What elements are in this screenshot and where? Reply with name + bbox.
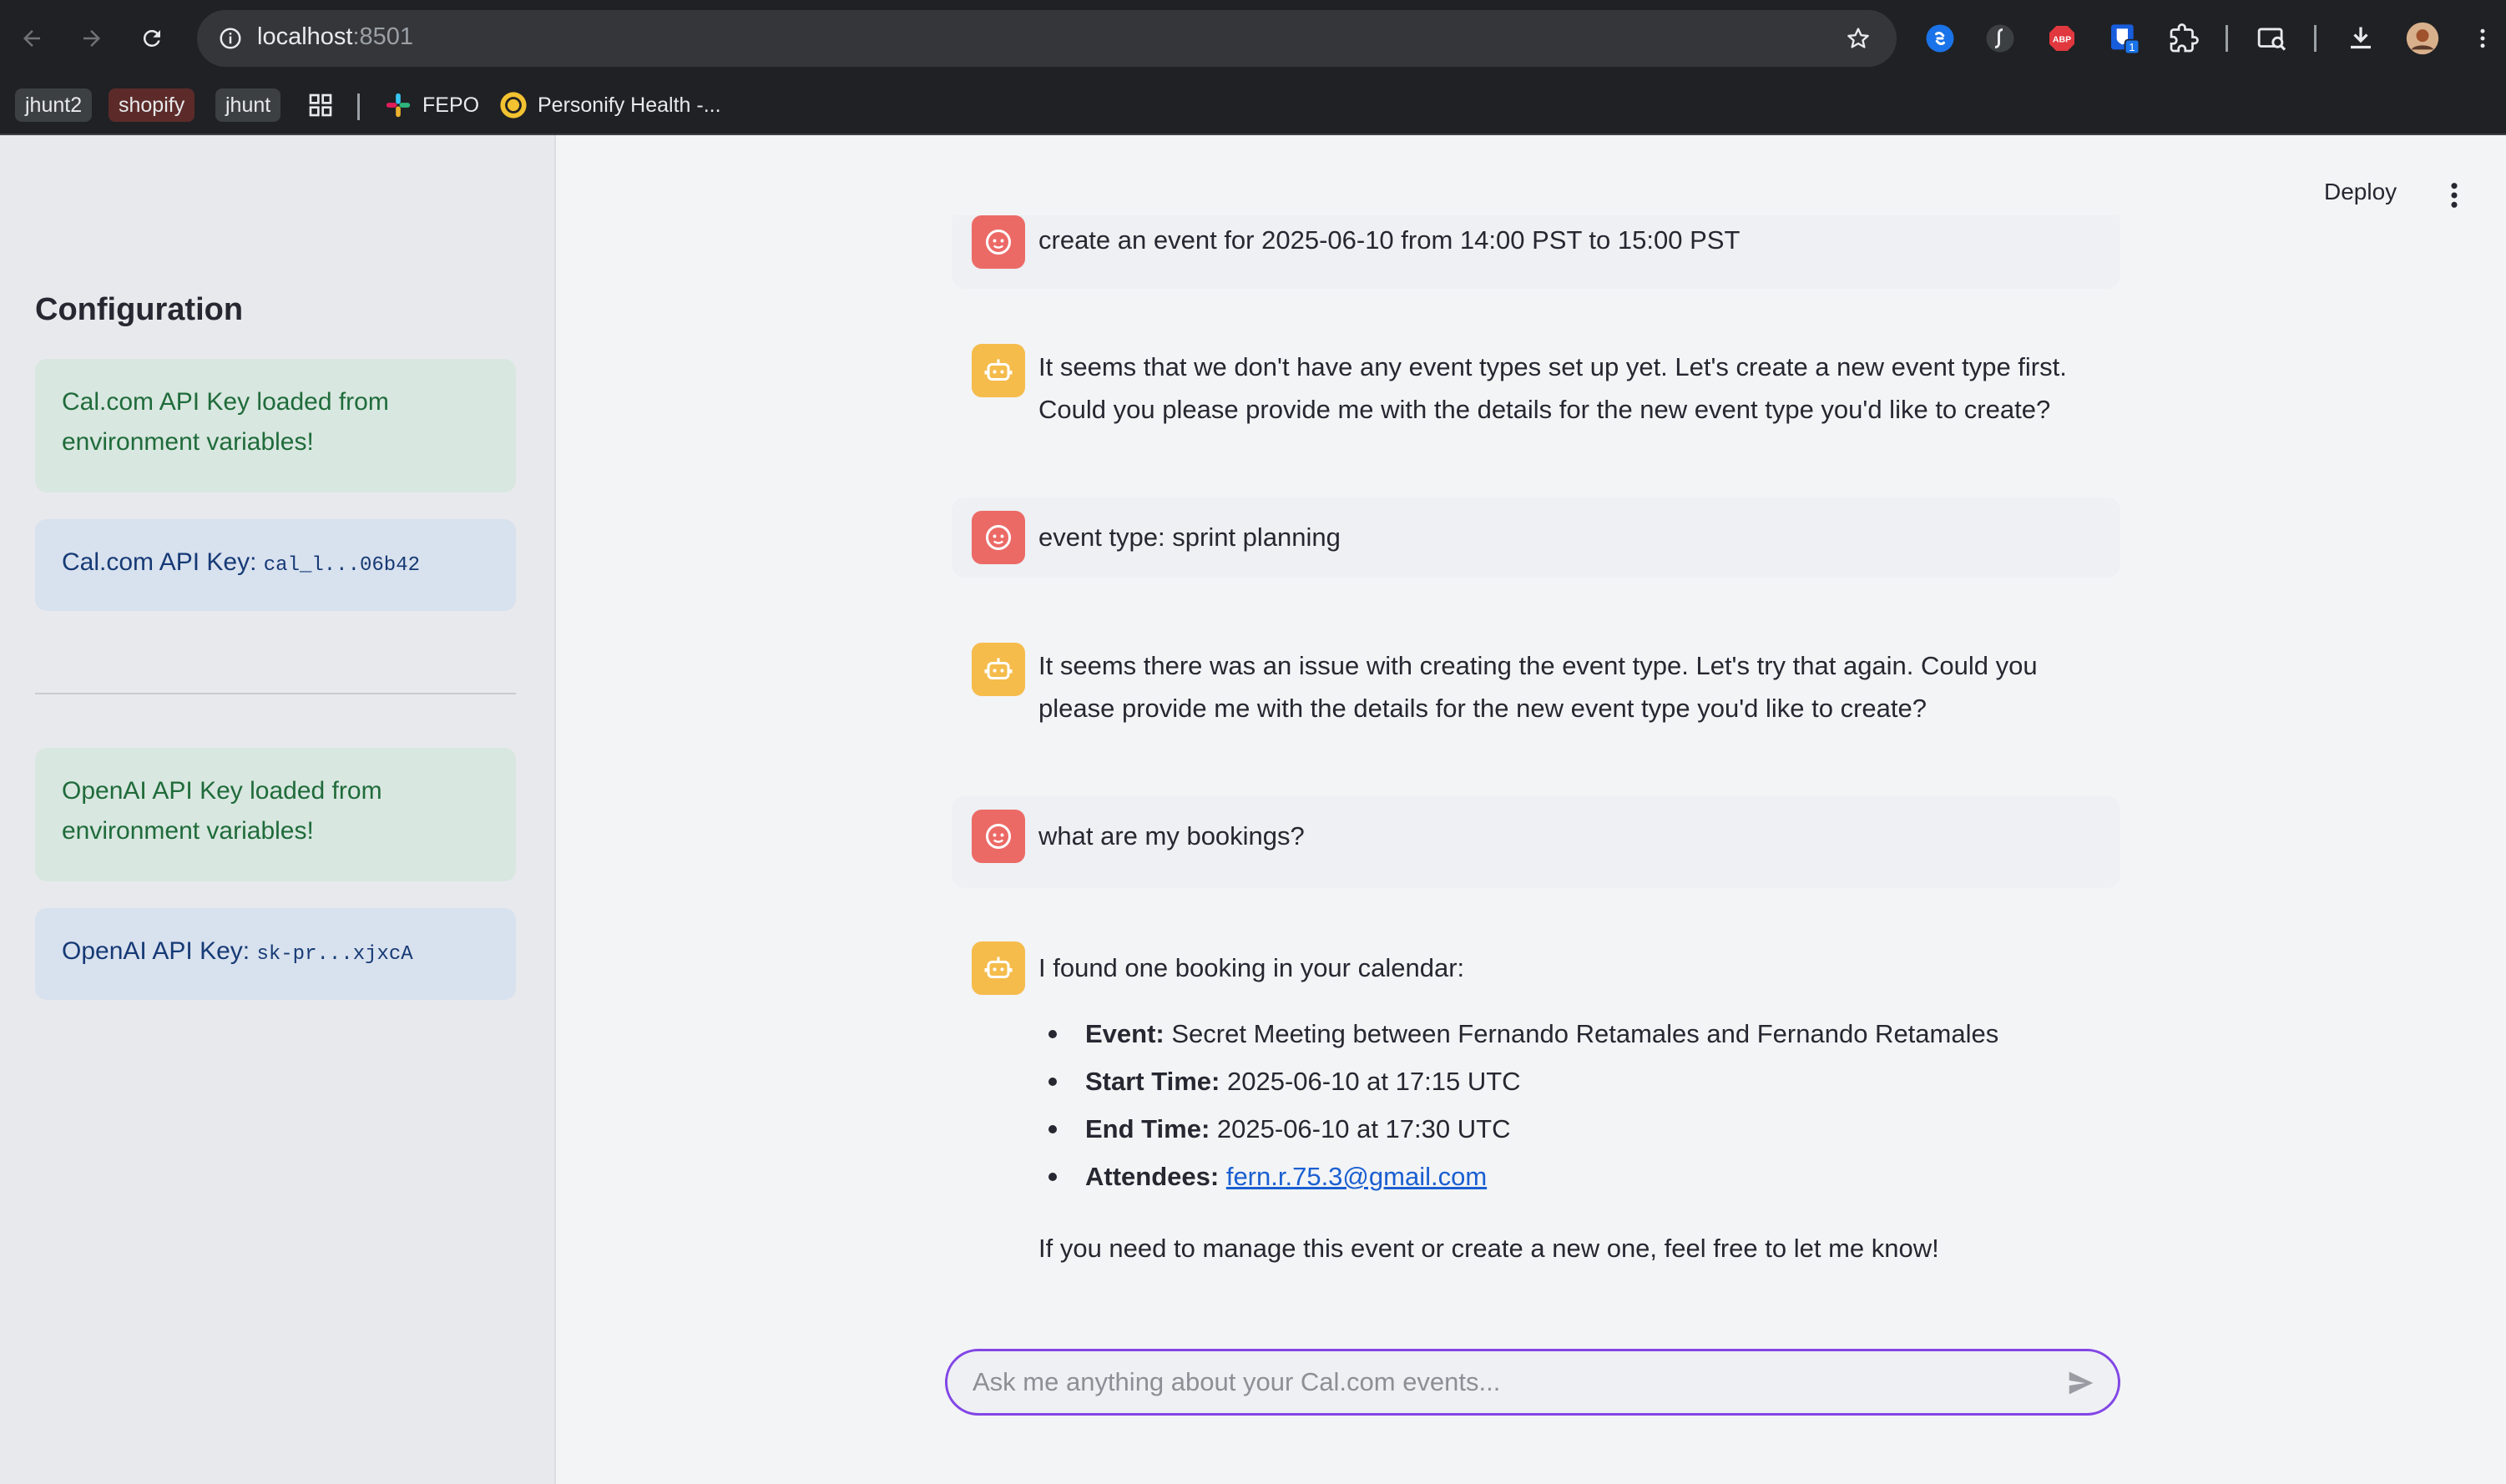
message-text: what are my bookings?: [1038, 821, 1305, 851]
arrow-right-icon: [83, 30, 100, 47]
forward-button[interactable]: [72, 18, 112, 58]
message-text: I found one booking in your calendar:: [1038, 953, 1465, 982]
arrow-left-icon: [23, 30, 40, 47]
alert-text: OpenAI API Key loaded from environment v…: [62, 777, 382, 845]
deploy-button[interactable]: Deploy: [2324, 179, 2397, 205]
list-item: Attendees: fern.r.75.3@gmail.com: [1048, 1153, 1998, 1200]
cal-key-info: Cal.com API Key: cal_l...06b42: [35, 519, 516, 611]
item-value: 2025-06-10 at 17:30 UTC: [1216, 1114, 1511, 1143]
shazam-extension-icon[interactable]: [1922, 20, 1958, 57]
chat-input[interactable]: [973, 1363, 2024, 1401]
openai-key-info: OpenAI API Key: sk-pr...xjxcA: [35, 908, 516, 1000]
user-avatar-icon: [972, 215, 1025, 269]
item-value: 2025-06-10 at 17:15 UTC: [1226, 1067, 1521, 1096]
openai-key-loaded-alert: OpenAI API Key loaded from environment v…: [35, 748, 516, 881]
site-info-icon[interactable]: [210, 18, 250, 58]
address-bar[interactable]: localhost:8501: [197, 10, 1897, 67]
bookmark-shopify[interactable]: shopify: [109, 88, 195, 122]
sidebar-divider: [35, 693, 516, 694]
list-item: End Time: 2025-06-10 at 17:30 UTC: [1048, 1105, 1998, 1153]
item-label: Event:: [1085, 1019, 1165, 1048]
message-text: It seems there was an issue with creatin…: [1038, 651, 2038, 723]
alert-text: Cal.com API Key loaded from environment …: [62, 388, 389, 456]
send-button[interactable]: [2063, 1365, 2099, 1401]
cal-key-loaded-alert: Cal.com API Key loaded from environment …: [35, 359, 516, 492]
extensions-puzzle-icon[interactable]: [2165, 20, 2202, 57]
bookmark-jhunt2[interactable]: jhunt2: [15, 88, 93, 122]
reload-icon: [143, 29, 160, 47]
item-label: Start Time:: [1085, 1067, 1220, 1096]
personify-health-icon: [500, 92, 527, 119]
cal-key-label: Cal.com API Key:: [62, 548, 264, 576]
bitwarden-extension-icon[interactable]: 1: [2105, 20, 2142, 57]
sidebar-title: Configuration: [35, 292, 244, 327]
robot-avatar-icon: [972, 344, 1025, 397]
svg-text:ABP: ABP: [2053, 35, 2071, 45]
robot-avatar-icon: [972, 941, 1025, 995]
bookmark-star-icon[interactable]: [1842, 22, 1875, 55]
bookmark-divider: [357, 93, 360, 120]
cal-key-value: cal_l...06b42: [263, 554, 420, 577]
toolbar-divider: [2226, 25, 2228, 52]
main-menu-icon[interactable]: [2444, 179, 2464, 212]
url-text: localhost:8501: [257, 23, 413, 51]
chat-input-container: [945, 1349, 2120, 1416]
openai-key-value: sk-pr...xjxcA: [256, 943, 413, 966]
user-avatar-icon: [972, 810, 1025, 863]
bookmark-label: Personify Health -...: [538, 93, 721, 117]
scroll-mask: [952, 135, 2120, 215]
url-host: localhost: [257, 23, 353, 50]
message-text: If you need to manage this event or crea…: [1038, 1234, 1939, 1263]
tab-search-icon[interactable]: [2254, 20, 2291, 57]
item-value: Secret Meeting between Fernando Retamale…: [1171, 1019, 1999, 1048]
bookmark-jhunt[interactable]: jhunt: [215, 88, 281, 122]
attendee-email-link[interactable]: fern.r.75.3@gmail.com: [1226, 1162, 1487, 1191]
list-item: Event: Secret Meeting between Fernando R…: [1048, 1010, 1999, 1057]
chrome-menu-icon[interactable]: [2464, 20, 2501, 57]
send-icon: [2069, 1371, 2094, 1395]
adblock-plus-icon[interactable]: ABP: [2044, 20, 2080, 57]
svg-text:1: 1: [2129, 41, 2135, 53]
list-item: Start Time: 2025-06-10 at 17:15 UTC: [1048, 1057, 1998, 1105]
bookmark-fepo[interactable]: FEPO: [384, 88, 479, 122]
item-label: End Time:: [1085, 1114, 1210, 1143]
script-extension-icon[interactable]: [1982, 20, 2018, 57]
back-button[interactable]: [12, 18, 52, 58]
message-text: It seems that we don't have any event ty…: [1038, 352, 2067, 424]
browser-toolbar: localhost:8501 ABP 1: [0, 0, 2506, 77]
bookmark-personify-health[interactable]: Personify Health -...: [499, 88, 721, 122]
bookmarks-bar: jhunt2 shopify jhunt FEPO Personify Heal…: [0, 77, 2506, 135]
message-text: event type: sprint planning: [1038, 522, 1341, 552]
toolbar-divider: [2314, 25, 2317, 52]
downloads-icon[interactable]: [2342, 20, 2379, 57]
slack-icon: [386, 93, 411, 118]
item-label: Attendees:: [1085, 1162, 1220, 1191]
robot-avatar-icon: [972, 643, 1025, 696]
url-port: :8501: [352, 23, 414, 50]
user-avatar-icon: [972, 511, 1025, 564]
apps-grid-icon[interactable]: [307, 88, 334, 122]
booking-details-list: Event: Secret Meeting between Fernando R…: [1048, 1010, 1999, 1200]
openai-key-label: OpenAI API Key:: [62, 937, 257, 965]
profile-avatar[interactable]: [2404, 20, 2441, 57]
bookmark-label: FEPO: [422, 93, 480, 117]
reload-button[interactable]: [132, 18, 172, 58]
message-text: create an event for 2025-06-10 from 14:0…: [1038, 225, 1741, 255]
